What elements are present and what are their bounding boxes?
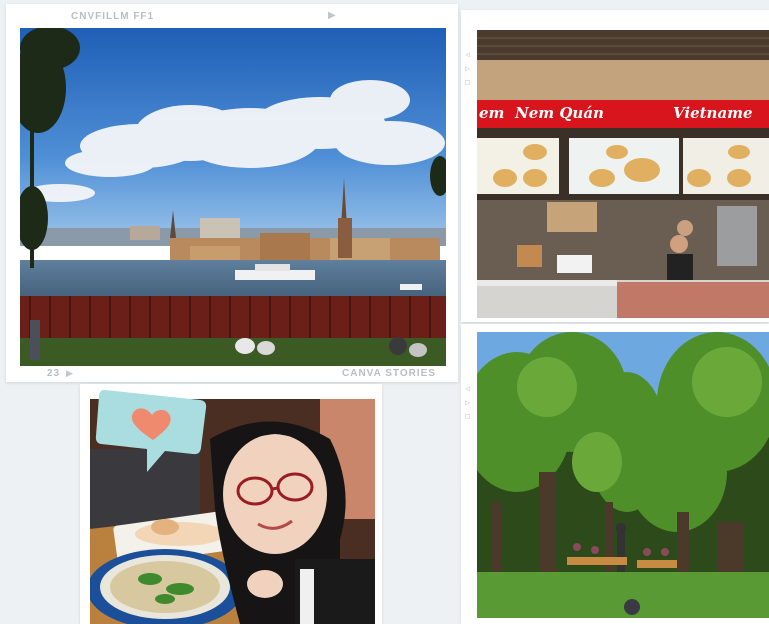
arrow-icon: ▶ <box>328 10 336 21</box>
photo-frame-restaurant: ◁ ▷ ▢ em Nem Quán Vietname <box>461 10 769 322</box>
park-scene <box>477 332 769 618</box>
sign-prefix: em <box>479 104 505 122</box>
restaurant-photo: em Nem Quán Vietname <box>477 30 769 318</box>
sign-restaurant-name: Nem Quán <box>515 104 604 122</box>
restaurant-scene <box>477 30 769 318</box>
stockholm-scene <box>20 28 446 366</box>
photo-frame-stockholm: CNVFILLM FF1 ▶ 23 ▶ CANVA STORIES <box>6 4 458 382</box>
arrow-icon: ▶ <box>66 368 73 378</box>
film-label-brand: CANVA STORIES <box>342 368 436 379</box>
film-label-top: CNVFILLM FF1 <box>71 11 155 22</box>
film-label-number: 23 <box>47 368 61 379</box>
stockholm-photo <box>20 28 446 366</box>
photo-frame-park: ◁ ▷ ▢ <box>461 324 769 624</box>
sign-suffix: Vietname <box>673 104 753 122</box>
restaurant-sign-text: em Nem Quán Vietname <box>477 104 769 126</box>
park-photo <box>477 332 769 618</box>
heart-speech-bubble-icon <box>95 386 210 476</box>
film-edge-marks: ◁ ▷ ▢ <box>463 50 472 87</box>
photo-frame-selfie <box>80 384 382 624</box>
film-edge-marks: ◁ ▷ ▢ <box>463 384 472 421</box>
